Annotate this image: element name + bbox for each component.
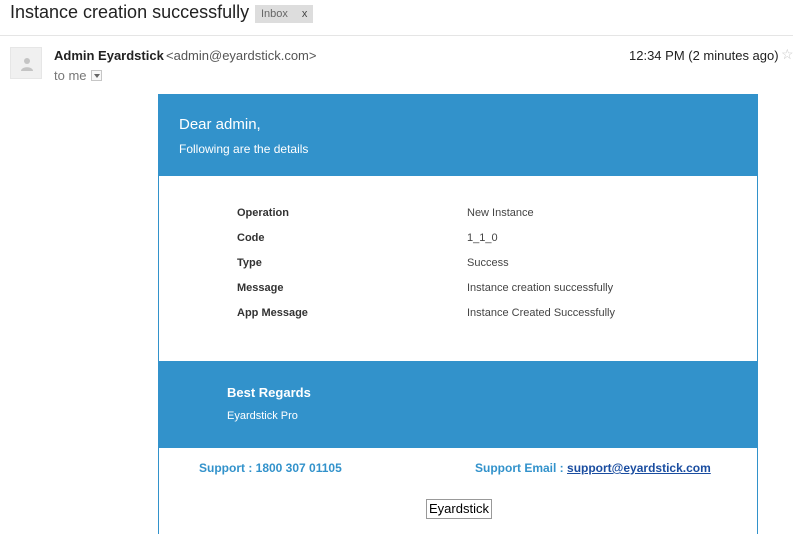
detail-row: Operation New Instance (159, 207, 757, 227)
detail-value: Success (467, 257, 509, 269)
email-timestamp: 12:34 PM (2 minutes ago) (629, 48, 779, 63)
detail-value: New Instance (467, 207, 534, 219)
remove-label-button[interactable]: x (302, 8, 308, 20)
footer-logo: Eyardstick (426, 499, 492, 519)
email-header-band: Dear admin, Following are the details (159, 94, 757, 176)
subgreeting: Following are the details (179, 142, 309, 156)
sender-avatar[interactable] (10, 47, 42, 79)
person-icon (21, 58, 33, 71)
detail-row: Code 1_1_0 (159, 232, 757, 252)
detail-row: Type Success (159, 257, 757, 277)
recipient-details-dropdown[interactable] (91, 70, 102, 81)
email-subject: Instance creation successfully (10, 2, 250, 22)
recipient-label: to me (54, 68, 87, 83)
support-email: Support Email : support@eyardstick.com (475, 461, 711, 475)
email-body: Dear admin, Following are the details Op… (158, 94, 758, 534)
support-email-link[interactable]: support@eyardstick.com (567, 461, 711, 475)
detail-label: App Message (237, 307, 308, 319)
detail-row: App Message Instance Created Successfull… (159, 307, 757, 327)
sender-name[interactable]: Admin Eyardstick (54, 48, 164, 63)
star-icon[interactable]: ☆ (781, 46, 793, 63)
regards-signature: Eyardstick Pro (227, 410, 298, 422)
detail-value: 1_1_0 (467, 232, 498, 244)
header-divider (0, 35, 793, 36)
regards-band: Best Regards Eyardstick Pro (159, 361, 757, 448)
detail-label: Type (237, 257, 262, 269)
details-table: Operation New Instance Code 1_1_0 Type S… (159, 176, 757, 361)
inbox-label-text: Inbox (261, 8, 288, 20)
detail-label: Code (237, 232, 265, 244)
detail-value: Instance Created Successfully (467, 307, 615, 319)
greeting: Dear admin, (179, 116, 261, 133)
detail-label: Operation (237, 207, 289, 219)
support-email-label: Support Email : (475, 461, 564, 475)
detail-value: Instance creation successfully (467, 282, 614, 294)
regards-title: Best Regards (227, 385, 311, 400)
sender-email: <admin@eyardstick.com> (166, 48, 317, 63)
inbox-label-badge[interactable]: Inbox x (255, 5, 314, 23)
detail-row: Message Instance creation successfully (159, 282, 757, 302)
detail-label: Message (237, 282, 284, 294)
support-phone: Support : 1800 307 01105 (199, 461, 342, 475)
